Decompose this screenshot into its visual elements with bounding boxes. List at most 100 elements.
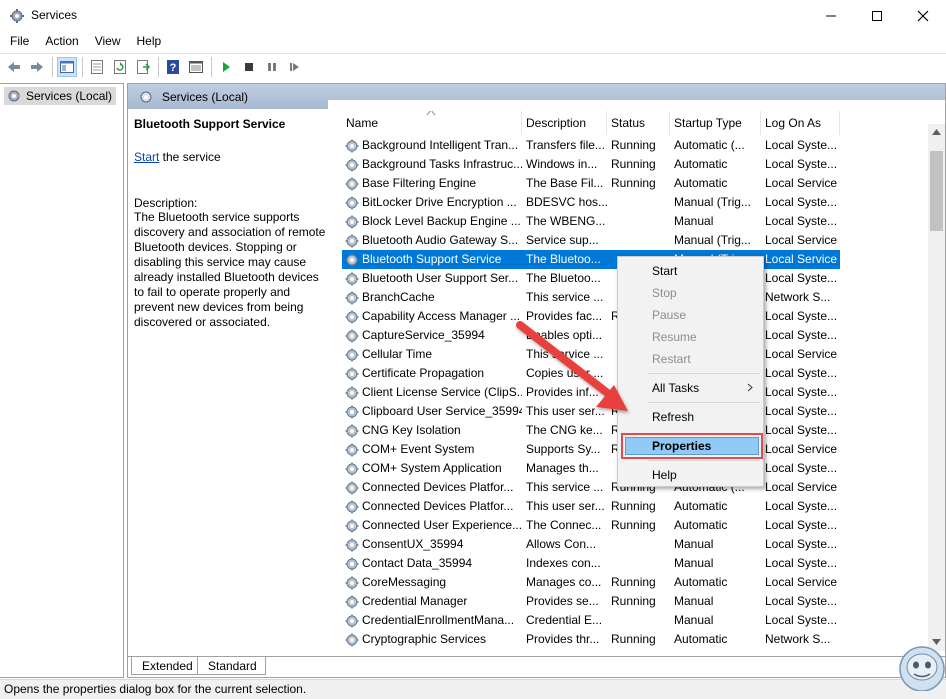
column-header-label: Name (346, 116, 379, 130)
service-gear-icon (344, 366, 362, 382)
properties-view-icon (189, 61, 203, 73)
stop-service-button[interactable] (239, 57, 259, 77)
minimize-button[interactable] (808, 0, 854, 31)
menu-help[interactable]: Help (129, 31, 170, 52)
table-row[interactable]: Data Sharing Service Provides da... Manual… (342, 649, 840, 651)
cell-startup-type: Automatic (674, 575, 728, 589)
scrollbar-thumb[interactable] (930, 151, 943, 231)
refresh-button[interactable] (110, 57, 130, 77)
cell-service-name: Connected User Experience... (342, 516, 522, 535)
cell-description: This service ... (526, 480, 604, 494)
cell-service-name: Credential Manager (342, 592, 522, 611)
menu-item-stop[interactable]: Stop (618, 283, 763, 303)
cell-description: The Base Fil... (526, 176, 604, 190)
list-header: Name Description Status Startup Type Log… (342, 111, 840, 135)
restart-icon (290, 63, 299, 71)
service-gear-icon (344, 556, 362, 572)
cell-description: The Connec... (526, 518, 602, 532)
table-row[interactable]: Bluetooth Support ServiceThe Bluetoo...M… (342, 250, 840, 269)
column-header-label: Startup Type (674, 116, 742, 130)
column-header-name[interactable]: Name (342, 111, 522, 135)
menu-separator (648, 460, 760, 461)
table-row[interactable]: Connected User Experience... The Connec..… (342, 516, 840, 535)
table-row[interactable]: Background Tasks Infrastruc... Windows in… (342, 155, 840, 174)
minimize-icon (826, 15, 836, 16)
chevron-right-icon (747, 383, 753, 392)
maximize-button[interactable] (854, 0, 900, 31)
tab-standard[interactable]: Standard (197, 657, 266, 675)
menu-item-properties[interactable]: Properties (652, 437, 711, 455)
table-row[interactable]: Bluetooth Audio Gateway S... Service sup.… (342, 231, 840, 250)
table-row[interactable]: Base Filtering Engine The Base Fil... Runn… (342, 174, 840, 193)
description-label: Description: (134, 196, 198, 210)
table-row[interactable]: Contact Data_35994 Indexes con... Manual Lo… (342, 554, 840, 573)
export-list-button[interactable] (87, 57, 107, 77)
help-button[interactable]: ? (163, 57, 183, 77)
menu-action[interactable]: Action (37, 31, 86, 52)
service-gear-icon (344, 499, 362, 515)
start-line-suffix: the service (159, 150, 221, 164)
export-list-icon (91, 60, 103, 74)
cell-startup-type: Manual (Trig... (670, 649, 761, 651)
service-name-text: Background Tasks Infrastruc... (362, 157, 522, 171)
cell-service-name: Contact Data_35994 (342, 554, 522, 573)
table-row[interactable]: Bluetooth User Support Ser... The Bluetoo… (342, 269, 840, 288)
table-row[interactable]: Background Intelligent Tran... Transfers … (342, 136, 840, 155)
menu-file[interactable]: File (0, 31, 37, 52)
cell-log-on-as: Local Syste... (765, 385, 838, 399)
column-header-status[interactable]: Status (607, 111, 670, 135)
vertical-scrollbar[interactable] (928, 124, 945, 651)
table-row[interactable]: BitLocker Drive Encryption ... BDESVC hos… (342, 193, 840, 212)
service-name-text: Cryptographic Services (362, 632, 487, 646)
toolbar-separator (82, 57, 83, 77)
close-button[interactable] (900, 0, 946, 31)
properties-view-button[interactable] (186, 57, 206, 77)
forward-button[interactable] (27, 57, 47, 77)
table-row[interactable]: Connected Devices Platfor... This user se… (342, 497, 840, 516)
service-gear-icon (344, 518, 362, 534)
table-row[interactable]: Connected Devices Platfor... This service… (342, 478, 840, 497)
column-header-label: Status (611, 116, 646, 130)
cell-log-on-as: Local Syste... (765, 271, 838, 285)
table-row[interactable]: COM+ System ApplicationManages th...Manu… (342, 459, 840, 478)
cell-startup-type: Automatic (674, 499, 728, 513)
description-text: The Bluetooth service supports discovery… (134, 210, 326, 329)
sort-ascending-icon (426, 111, 436, 116)
cell-log-on-as: Local Syste... (765, 328, 838, 342)
export-button[interactable] (133, 57, 153, 77)
cell-description: Windows in... (526, 157, 598, 171)
start-service-link[interactable]: Start (134, 150, 159, 164)
tree-item-services-local[interactable]: Services (Local) (4, 87, 117, 105)
restart-service-button[interactable] (285, 57, 305, 77)
view-tabs: Extended Standard (128, 656, 945, 677)
column-header-startup-type[interactable]: Startup Type (670, 111, 761, 135)
start-service-button[interactable] (216, 57, 236, 77)
table-row[interactable]: Block Level Backup Engine ... The WBENG..… (342, 212, 840, 231)
help-icon: ? (167, 60, 179, 74)
table-row[interactable]: CoreMessaging Manages co... Running Automat… (342, 573, 840, 592)
cell-description: Transfers file... (526, 138, 605, 152)
tab-extended[interactable]: Extended (131, 657, 202, 675)
pause-service-button[interactable] (262, 57, 282, 77)
table-row[interactable]: Credential Manager Provides se... Running M… (342, 592, 840, 611)
column-header-description[interactable]: Description (522, 111, 607, 135)
menu-view[interactable]: View (87, 31, 129, 52)
column-header-log-on-as[interactable]: Log On As (761, 111, 840, 135)
table-row[interactable]: ConsentUX_35994 Allows Con... Manual Local … (342, 535, 840, 554)
cell-description: Manages co... (526, 575, 602, 589)
table-row[interactable]: Cryptographic Services Provides thr... Run… (342, 630, 840, 649)
service-gear-icon (344, 328, 362, 344)
cell-startup-type: Manual (674, 613, 714, 627)
table-row[interactable]: COM+ Event SystemSupports Sy...RAutomati… (342, 440, 840, 459)
menu-item-start[interactable]: Start (618, 261, 763, 281)
cell-log-on-as: Local Syste... (761, 649, 840, 651)
cell-status: Running (611, 157, 656, 171)
show-hide-tree-button[interactable] (57, 57, 77, 77)
table-row[interactable]: CredentialEnrollmentMana... Credential E.… (342, 611, 840, 630)
menu-item-help[interactable]: Help (618, 465, 763, 485)
service-gear-icon (344, 423, 362, 439)
back-button[interactable] (4, 57, 24, 77)
scroll-up-icon[interactable] (932, 129, 941, 135)
service-gear-icon (344, 480, 362, 496)
table-row[interactable]: BranchCacheThis service ...ManualNetwork… (342, 288, 840, 307)
